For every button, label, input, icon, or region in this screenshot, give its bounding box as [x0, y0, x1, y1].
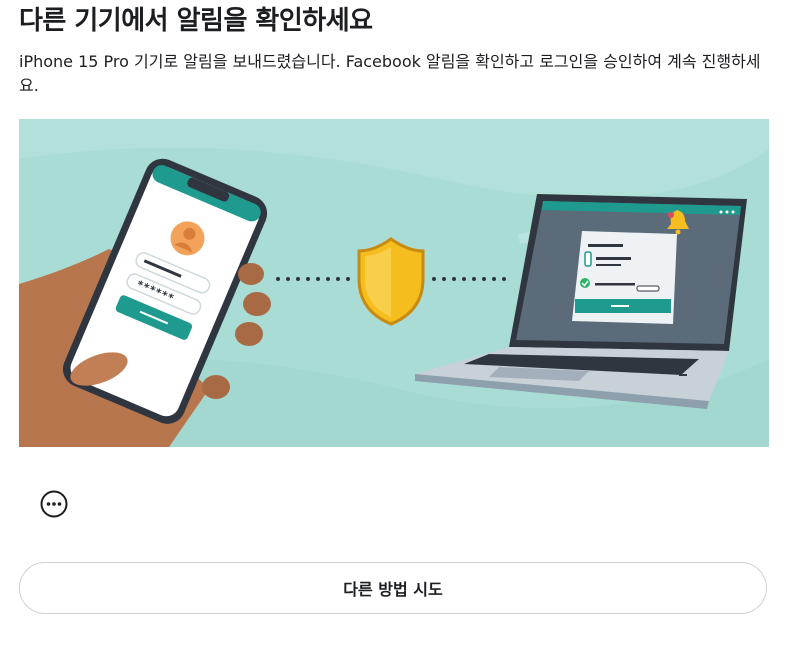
- page-title: 다른 기기에서 알림을 확인하세요: [19, 6, 373, 36]
- page-description: iPhone 15 Pro 기기로 알림을 보내드렸습니다. Facebook …: [19, 52, 761, 95]
- try-another-way-button[interactable]: 다른 방법 시도: [19, 562, 767, 614]
- loading-ellipsis-icon: [40, 490, 68, 518]
- approval-illustration: ******: [19, 119, 769, 447]
